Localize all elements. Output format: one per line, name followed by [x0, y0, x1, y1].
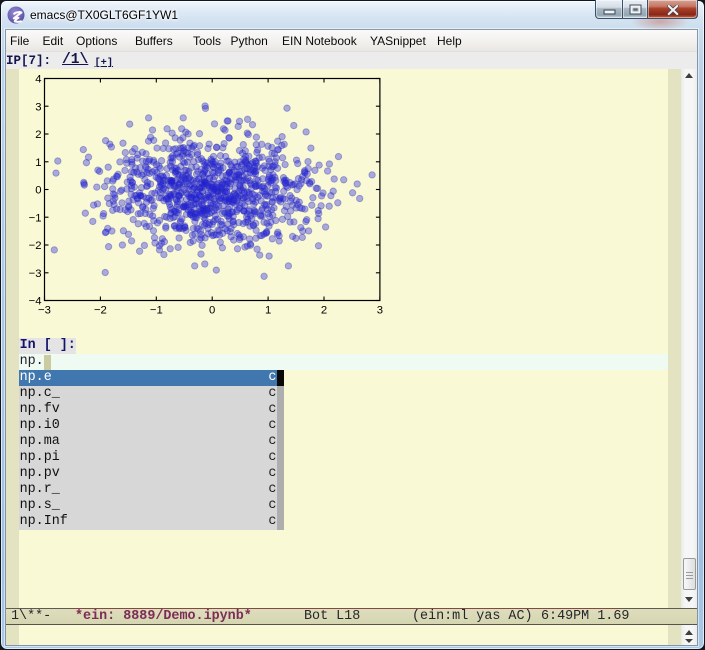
- svg-text:1: 1: [35, 157, 41, 169]
- svg-text:4: 4: [35, 74, 41, 86]
- svg-text:−2: −2: [94, 305, 107, 317]
- svg-text:2: 2: [35, 129, 41, 141]
- svg-text:−3: −3: [38, 305, 51, 317]
- svg-text:3: 3: [35, 101, 41, 113]
- svg-text:−3: −3: [29, 268, 42, 280]
- svg-text:0: 0: [35, 185, 41, 197]
- svg-text:−2: −2: [29, 240, 42, 252]
- svg-text:−1: −1: [150, 305, 163, 317]
- svg-text:1: 1: [265, 305, 271, 317]
- svg-text:−1: −1: [29, 212, 42, 224]
- svg-text:0: 0: [209, 305, 215, 317]
- svg-text:3: 3: [377, 305, 383, 317]
- svg-text:2: 2: [321, 305, 327, 317]
